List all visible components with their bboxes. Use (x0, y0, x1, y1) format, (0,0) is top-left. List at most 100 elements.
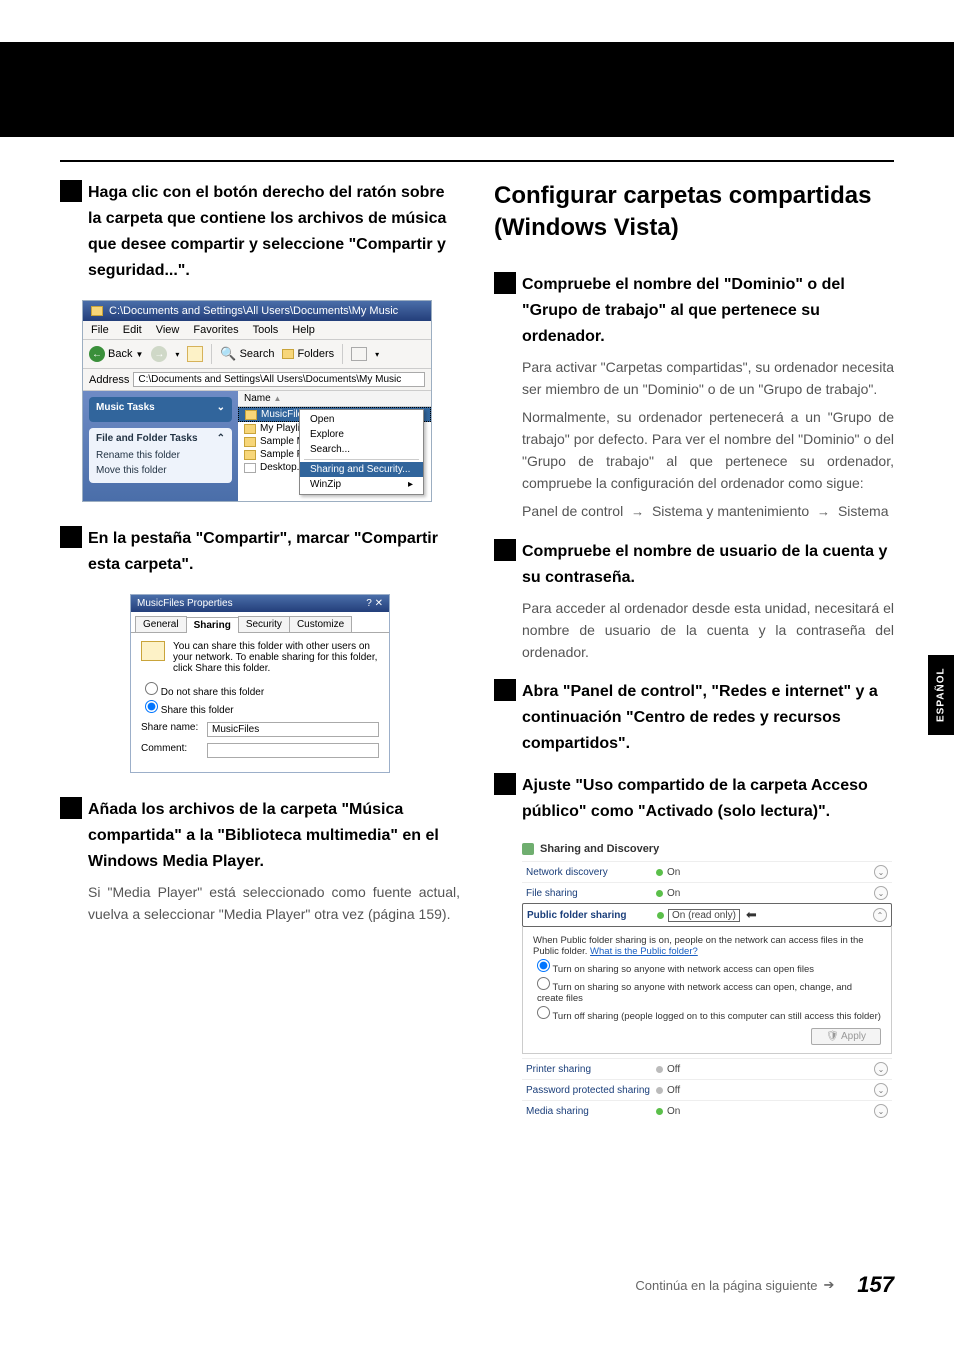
menu-edit[interactable]: Edit (123, 324, 142, 336)
rename-folder-link[interactable]: Rename this folder (96, 448, 225, 463)
chevron-down-icon[interactable]: ⌄ (874, 865, 888, 879)
page-number: 157 (857, 1272, 894, 1298)
context-menu: Open Explore Search... Sharing and Secur… (299, 409, 424, 495)
ctx-sharing-security[interactable]: Sharing and Security... (300, 462, 423, 477)
chevron-up-icon[interactable]: ⌃ (873, 908, 887, 922)
ff-tasks-label[interactable]: File and Folder Tasks (96, 433, 198, 444)
right-step-1: 1Compruebe el nombre del "Dominio" o del… (494, 272, 894, 523)
tab-sharing[interactable]: Sharing (186, 617, 239, 633)
share-folder-icon (141, 641, 165, 661)
step-title-text: Ajuste "Uso compartido de la carpeta Acc… (522, 777, 868, 820)
sd-row-printer[interactable]: Printer sharing Off ⌄ (522, 1058, 892, 1079)
sd-row-file-sharing[interactable]: File sharing On ⌄ (522, 882, 892, 903)
folder-icon (244, 450, 256, 460)
radio-do-not-share[interactable]: Do not share this folder (145, 682, 379, 698)
chevron-down-icon[interactable]: ⌄ (874, 1083, 888, 1097)
sd-heading: Sharing and Discovery (522, 843, 892, 855)
share-name-label: Share name: (141, 722, 201, 737)
sd-detail-link[interactable]: What is the Public folder? (590, 946, 698, 957)
sd-row-media[interactable]: Media sharing On ⌄ (522, 1100, 892, 1121)
top-black-bar (0, 42, 954, 137)
share-name-input[interactable] (207, 722, 379, 737)
music-tasks-panel: Music Tasks ⌄ (89, 397, 232, 422)
step-number: 6 (60, 797, 82, 819)
xp-addressbar: Address (83, 369, 431, 391)
collapse-icon[interactable]: ⌄ (217, 402, 225, 413)
step-body-text: Para activar "Carpetas compartidas", su … (522, 356, 894, 400)
folder-icon (91, 306, 103, 316)
music-tasks-label[interactable]: Music Tasks (96, 402, 155, 413)
menu-file[interactable]: File (91, 324, 109, 336)
sd-row-network-discovery[interactable]: Network discovery On ⌄ (522, 861, 892, 882)
column-header-name[interactable]: Name ▲ (238, 391, 431, 407)
ctx-winzip[interactable]: WinZip▸ (300, 477, 423, 492)
props-titlebar: MusicFiles Properties ? ✕ (131, 595, 389, 612)
xp-menubar: File Edit View Favorites Tools Help (83, 321, 431, 340)
radio-open-files[interactable]: Turn on sharing so anyone with network a… (537, 959, 881, 975)
ctx-open[interactable]: Open (300, 412, 423, 427)
step-5: 5En la pestaña "Compartir", marcar "Comp… (60, 526, 460, 578)
chevron-down-icon[interactable]: ⌄ (874, 1062, 888, 1076)
menu-favorites[interactable]: Favorites (193, 324, 238, 336)
page-content: 4 Haga clic con el botón derecho del rató… (60, 160, 894, 1298)
up-button[interactable] (187, 346, 203, 362)
language-side-tab: ESPAÑOL (928, 655, 954, 735)
menu-tools[interactable]: Tools (253, 324, 279, 336)
folder-icon (244, 424, 256, 434)
step-title-text: Añada los archivos de la carpeta "Música… (88, 801, 439, 870)
arrow-right-icon: ➔ (824, 1277, 835, 1293)
move-folder-link[interactable]: Move this folder (96, 463, 225, 478)
folder-icon (244, 437, 256, 447)
radio-open-change[interactable]: Turn on sharing so anyone with network a… (537, 977, 881, 1004)
menu-view[interactable]: View (156, 324, 180, 336)
tab-general[interactable]: General (135, 616, 187, 632)
folders-button[interactable]: Folders (282, 348, 334, 360)
tab-customize[interactable]: Customize (289, 616, 352, 632)
radio-share-this[interactable]: Share this folder (145, 700, 379, 716)
menu-help[interactable]: Help (292, 324, 315, 336)
step-breadcrumb: Panel de control → Sistema y mantenimien… (522, 500, 894, 523)
folders-icon (282, 349, 294, 359)
step-4: 4 Haga clic con el botón derecho del rató… (60, 180, 460, 284)
address-input[interactable] (133, 372, 425, 387)
right-step-3: 3 Abra "Panel de control", "Redes e inter… (494, 679, 894, 757)
ctx-separator (304, 459, 419, 460)
collapse-icon[interactable]: ⌃ (217, 433, 225, 444)
folder-icon (245, 410, 257, 420)
file-icon (244, 463, 256, 473)
step-number: 4 (60, 180, 82, 202)
section-heading: Configurar carpetas compartidas (Windows… (494, 180, 894, 244)
chevron-down-icon[interactable]: ⌄ (874, 886, 888, 900)
left-column: 4 Haga clic con el botón derecho del rató… (60, 180, 460, 1139)
continue-indicator: Continúa en la página siguiente ➔ 157 (635, 1272, 894, 1298)
xp-sidepanel: Music Tasks ⌄ File and Folder Tasks ⌃ Re… (83, 391, 238, 501)
step-number: 5 (60, 526, 82, 548)
sd-row-public-folder[interactable]: Public folder sharing On (read only) ⬅ ⌃ (522, 903, 892, 927)
xp-explorer-window: C:\Documents and Settings\All Users\Docu… (82, 300, 432, 502)
sd-row-password[interactable]: Password protected sharing Off ⌄ (522, 1079, 892, 1100)
status-dot-icon (657, 912, 664, 919)
forward-button[interactable]: → (151, 346, 167, 362)
back-button[interactable]: ←Back ▼ (89, 346, 143, 362)
step-title-text: Haga clic con el botón derecho del ratón… (88, 184, 446, 279)
apply-button[interactable]: 🛡 Apply (811, 1028, 881, 1045)
status-dot-icon (656, 869, 663, 876)
step-body-text: Si "Media Player" está seleccionado como… (88, 881, 460, 925)
step-number: 4 (494, 773, 516, 795)
sd-heading-icon (522, 843, 534, 855)
comment-input[interactable] (207, 743, 379, 758)
step-body-text: Normalmente, su ordenador pertenecerá a … (522, 406, 894, 494)
props-title-text: MusicFiles Properties (137, 598, 233, 609)
ctx-explore[interactable]: Explore (300, 427, 423, 442)
search-button[interactable]: 🔍Search (220, 346, 274, 362)
step-title-text: Abra "Panel de control", "Redes e intern… (522, 683, 878, 752)
radio-turn-off[interactable]: Turn off sharing (people logged on to th… (537, 1006, 881, 1022)
status-dot-icon (656, 1066, 663, 1073)
props-tabs: General Sharing Security Customize (135, 616, 385, 632)
views-button[interactable] (351, 347, 367, 361)
tab-security[interactable]: Security (238, 616, 290, 632)
step-number: 3 (494, 679, 516, 701)
chevron-down-icon[interactable]: ⌄ (874, 1104, 888, 1118)
sharing-discovery-panel: Sharing and Discovery Network discovery … (522, 843, 892, 1121)
ctx-search[interactable]: Search... (300, 442, 423, 457)
